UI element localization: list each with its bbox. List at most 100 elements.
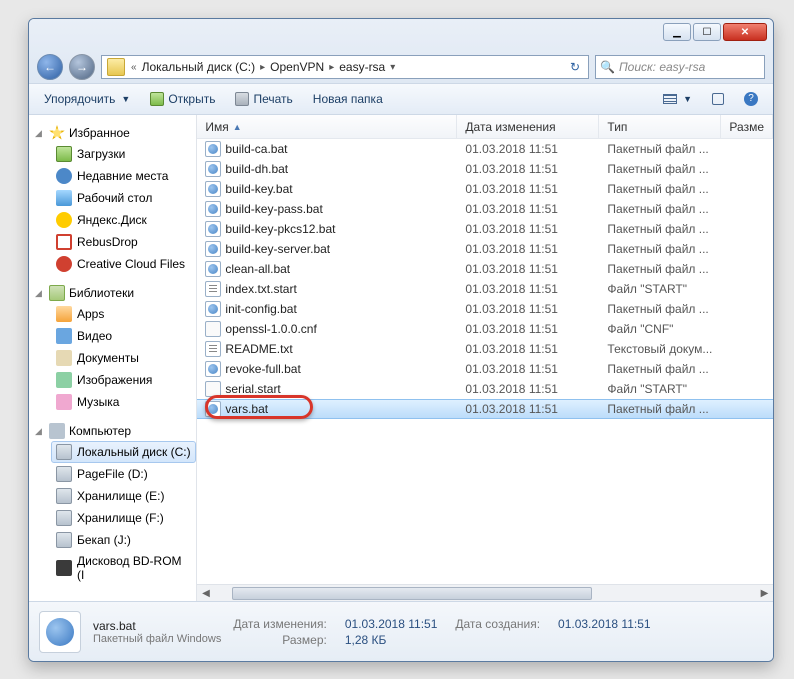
titlebar <box>29 19 773 51</box>
file-icon <box>205 201 221 217</box>
nav-icon <box>56 146 72 162</box>
forward-button[interactable]: → <box>69 54 95 80</box>
file-row[interactable]: vars.bat 01.03.2018 11:51 Пакетный файл … <box>197 399 773 419</box>
column-size[interactable]: Разме <box>721 115 773 138</box>
file-row[interactable]: build-key.bat 01.03.2018 11:51 Пакетный … <box>197 179 773 199</box>
breadcrumb-item[interactable]: OpenVPN <box>268 60 326 74</box>
search-input[interactable]: 🔍 Поиск: easy-rsa <box>595 55 765 79</box>
nav-item[interactable]: Рабочий стол <box>51 187 196 209</box>
open-button[interactable]: Открыть <box>141 87 224 111</box>
file-row[interactable]: README.txt 01.03.2018 11:51 Текстовый до… <box>197 339 773 359</box>
file-name: serial.start <box>225 382 280 396</box>
file-row[interactable]: build-ca.bat 01.03.2018 11:51 Пакетный ф… <box>197 139 773 159</box>
chevron-icon[interactable]: ▸ <box>326 62 337 73</box>
nav-item[interactable]: Видео <box>51 325 196 347</box>
file-row[interactable]: build-key-server.bat 01.03.2018 11:51 Па… <box>197 239 773 259</box>
details-pane: vars.bat Пакетный файл Windows Дата изме… <box>29 601 773 661</box>
selected-file-type: Пакетный файл Windows <box>93 633 221 645</box>
chevron-down-icon[interactable]: ▾ <box>387 62 398 73</box>
breadcrumb-item[interactable]: easy-rsa <box>337 60 387 74</box>
nav-item[interactable]: Недавние места <box>51 165 196 187</box>
column-name[interactable]: Имя▲ <box>197 115 457 138</box>
file-name: init-config.bat <box>225 302 296 316</box>
horizontal-scrollbar[interactable]: ◀▶ <box>197 584 773 601</box>
nav-item[interactable]: Загрузки <box>51 143 196 165</box>
drive-icon <box>56 466 72 482</box>
maximize-button[interactable] <box>693 23 721 41</box>
print-icon <box>235 92 249 106</box>
preview-pane-button[interactable] <box>703 87 733 111</box>
file-date: 01.03.2018 11:51 <box>457 162 599 176</box>
nav-item[interactable]: Изображения <box>51 369 196 391</box>
chevron-icon[interactable]: « <box>128 62 140 73</box>
nav-item[interactable]: Музыка <box>51 391 196 413</box>
nav-item[interactable]: Хранилище (E:) <box>51 485 196 507</box>
file-type: Файл "START" <box>599 282 721 296</box>
file-row[interactable]: init-config.bat 01.03.2018 11:51 Пакетны… <box>197 299 773 319</box>
new-folder-button[interactable]: Новая папка <box>304 87 392 111</box>
nav-item[interactable]: Локальный диск (C:) <box>51 441 196 463</box>
nav-item[interactable]: RebusDrop <box>51 231 196 253</box>
file-type: Пакетный файл ... <box>599 202 721 216</box>
nav-item[interactable]: PageFile (D:) <box>51 463 196 485</box>
computer-header[interactable]: ◢Компьютер <box>29 421 196 441</box>
help-button[interactable]: ? <box>735 87 767 111</box>
file-name: build-key-pkcs12.bat <box>225 222 335 236</box>
file-date: 01.03.2018 11:51 <box>457 362 599 376</box>
file-type: Пакетный файл ... <box>599 242 721 256</box>
folder-icon <box>107 58 125 76</box>
nav-item[interactable]: Документы <box>51 347 196 369</box>
file-row[interactable]: build-dh.bat 01.03.2018 11:51 Пакетный ф… <box>197 159 773 179</box>
file-date: 01.03.2018 11:51 <box>457 382 599 396</box>
chevron-down-icon: ▼ <box>683 94 692 104</box>
column-date[interactable]: Дата изменения <box>457 115 599 138</box>
nav-item[interactable]: Бекап (J:) <box>51 529 196 551</box>
file-row[interactable]: build-key-pass.bat 01.03.2018 11:51 Паке… <box>197 199 773 219</box>
view-icon <box>663 94 677 104</box>
nav-item[interactable]: Creative Cloud Files <box>51 253 196 275</box>
file-icon <box>205 281 221 297</box>
address-bar[interactable]: « Локальный диск (C:) ▸ OpenVPN ▸ easy-r… <box>101 55 589 79</box>
file-row[interactable]: build-key-pkcs12.bat 01.03.2018 11:51 Па… <box>197 219 773 239</box>
minimize-button[interactable] <box>663 23 691 41</box>
open-icon <box>150 92 164 106</box>
file-type: Пакетный файл ... <box>599 362 721 376</box>
chevron-icon[interactable]: ▸ <box>257 62 268 73</box>
view-button[interactable]: ▼ <box>654 87 701 111</box>
file-row[interactable]: openssl-1.0.0.cnf 01.03.2018 11:51 Файл … <box>197 319 773 339</box>
drive-icon <box>56 488 72 504</box>
libraries-header[interactable]: ◢Библиотеки <box>29 283 196 303</box>
file-row[interactable]: serial.start 01.03.2018 11:51 Файл "STAR… <box>197 379 773 399</box>
file-date: 01.03.2018 11:51 <box>457 302 599 316</box>
file-icon <box>205 241 221 257</box>
modified-value: 01.03.2018 11:51 <box>345 617 438 631</box>
organize-button[interactable]: Упорядочить▼ <box>35 87 139 111</box>
favorites-header[interactable]: ◢Избранное <box>29 123 196 143</box>
file-type: Пакетный файл ... <box>599 302 721 316</box>
nav-icon <box>56 306 72 322</box>
scrollbar-thumb[interactable] <box>232 587 592 600</box>
column-type[interactable]: Тип <box>599 115 721 138</box>
close-button[interactable] <box>723 23 767 41</box>
nav-icon <box>56 190 72 206</box>
nav-item[interactable]: Дисковод BD-ROM (I <box>51 551 196 585</box>
file-row[interactable]: clean-all.bat 01.03.2018 11:51 Пакетный … <box>197 259 773 279</box>
refresh-button[interactable]: ↻ <box>564 60 586 74</box>
nav-item[interactable]: Хранилище (F:) <box>51 507 196 529</box>
file-type: Пакетный файл ... <box>599 222 721 236</box>
library-icon <box>49 285 65 301</box>
file-name: build-key.bat <box>225 182 292 196</box>
back-button[interactable]: ← <box>37 54 63 80</box>
nav-item[interactable]: Apps <box>51 303 196 325</box>
file-icon <box>205 401 221 417</box>
drive-icon <box>56 444 72 460</box>
navigation-pane: ◢Избранное ЗагрузкиНедавние местаРабочий… <box>29 115 197 601</box>
breadcrumb-item[interactable]: Локальный диск (C:) <box>140 60 258 74</box>
file-row[interactable]: index.txt.start 01.03.2018 11:51 Файл "S… <box>197 279 773 299</box>
modified-label: Дата изменения: <box>233 617 327 631</box>
nav-item[interactable]: Яндекс.Диск <box>51 209 196 231</box>
file-row[interactable]: revoke-full.bat 01.03.2018 11:51 Пакетны… <box>197 359 773 379</box>
print-button[interactable]: Печать <box>226 87 301 111</box>
file-name: build-key-pass.bat <box>225 202 322 216</box>
file-icon <box>205 221 221 237</box>
